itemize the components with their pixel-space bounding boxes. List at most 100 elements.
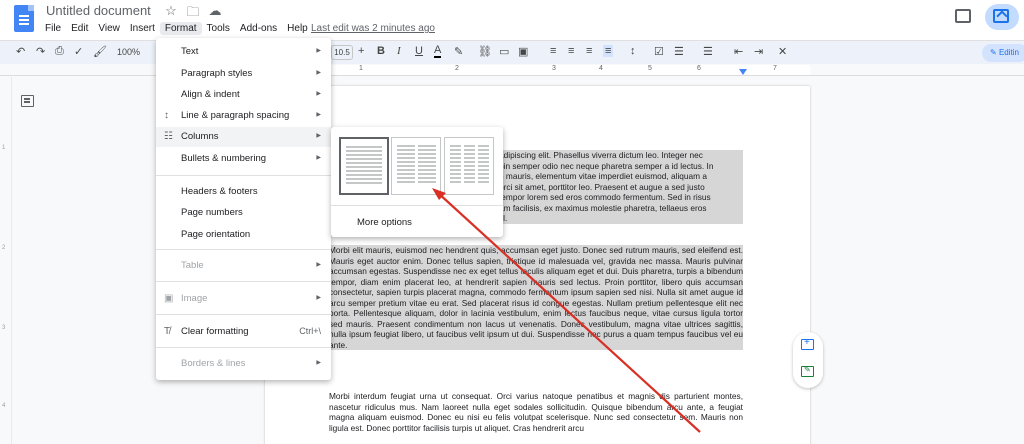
paragraph-1[interactable]: adipiscing elit. Phasellus viverra dictu… <box>499 150 743 224</box>
toolbar: ↶ ↷ ⎙ ✓ 🖌 100% 10.5 + B I U A ✎ ⛓ ▭ ▣ ≡ … <box>0 40 1024 64</box>
menu-item-label: Text <box>181 46 199 57</box>
add-comment-icon[interactable] <box>801 337 814 350</box>
submenu-arrow-icon: ▶ <box>316 133 321 139</box>
menu-item-label: Bullets & numbering <box>181 153 267 164</box>
editing-mode-button[interactable]: ✎ Editin <box>982 44 1024 62</box>
share-button[interactable] <box>985 4 1019 30</box>
submenu-arrow-icon: ▶ <box>316 295 321 301</box>
menu-item-label: Borders & lines <box>181 358 246 369</box>
menu-item-table: Table ▶ <box>156 256 331 276</box>
insert-link-icon[interactable]: ⛓ <box>478 45 492 58</box>
align-right-icon[interactable]: ≡ <box>586 45 592 57</box>
vruler-number: 4 <box>2 403 6 409</box>
menu-edit[interactable]: Edit <box>66 22 93 35</box>
bold-icon[interactable]: B <box>377 45 385 57</box>
menu-item-paragraph-styles[interactable]: Paragraph styles ▶ <box>156 64 331 84</box>
format-menu: Text ▶ Paragraph styles ▶ Align & indent… <box>156 38 331 380</box>
menu-insert[interactable]: Insert <box>125 22 160 35</box>
one-column-option[interactable] <box>339 137 389 195</box>
increase-font-size-icon[interactable]: + <box>358 45 364 57</box>
two-columns-option[interactable] <box>391 137 441 195</box>
menu-file[interactable]: File <box>40 22 66 35</box>
right-indent-marker[interactable] <box>739 69 747 75</box>
increase-indent-icon[interactable]: ⇥ <box>754 45 763 58</box>
print-icon[interactable]: ⎙ <box>55 45 64 58</box>
menu-addons[interactable]: Add-ons <box>235 22 282 35</box>
vertical-ruler: 1 2 3 4 <box>0 77 12 444</box>
ruler-number: 5 <box>648 65 652 72</box>
clear-formatting-icon: T̸ <box>164 326 171 337</box>
menu-item-label: Align & indent <box>181 89 240 100</box>
menu-divider <box>331 205 503 206</box>
menu-item-label: Page orientation <box>181 229 251 240</box>
spellcheck-icon[interactable]: ✓ <box>74 45 83 58</box>
document-title[interactable]: Untitled document <box>46 3 151 18</box>
two-column-preview-left <box>397 145 415 187</box>
document-outline-icon[interactable] <box>21 95 34 107</box>
insert-image-icon[interactable]: ▣ <box>518 45 528 58</box>
align-center-icon[interactable]: ≡ <box>568 45 574 57</box>
two-column-preview-right <box>418 145 436 187</box>
menu-divider <box>156 175 331 176</box>
menu-item-clear-formatting[interactable]: T̸ Clear formatting Ctrl+\ <box>156 322 331 342</box>
menu-bar: File Edit View Insert Format Tools Add-o… <box>40 22 313 35</box>
ruler-text-area <box>330 65 810 75</box>
menu-item-bullets-numbering[interactable]: Bullets & numbering ▶ <box>156 149 331 169</box>
menu-help[interactable]: Help <box>282 22 313 35</box>
menu-item-headers-footers[interactable]: Headers & footers <box>156 182 331 202</box>
font-size-input[interactable]: 10.5 <box>331 45 353 60</box>
menu-item-page-orientation[interactable]: Page orientation <box>156 225 331 245</box>
more-options-item[interactable]: More options <box>357 217 412 228</box>
clear-formatting-toolbar-icon[interactable]: ✕ <box>778 45 787 58</box>
numbered-list-icon[interactable]: ☰ <box>703 45 713 58</box>
submenu-arrow-icon: ▶ <box>316 262 321 268</box>
submenu-arrow-icon: ▶ <box>316 91 321 97</box>
text-color-icon[interactable]: A <box>434 45 442 58</box>
align-left-icon[interactable]: ≡ <box>550 45 556 57</box>
suggest-edits-icon[interactable] <box>801 365 814 377</box>
menu-divider <box>156 281 331 282</box>
last-edit-link[interactable]: Last edit was 2 minutes ago <box>311 23 435 34</box>
menu-item-line-spacing[interactable]: ↕ Line & paragraph spacing ▶ <box>156 106 331 126</box>
menu-item-text[interactable]: Text ▶ <box>156 42 331 62</box>
underline-icon[interactable]: U <box>415 45 423 57</box>
menu-divider <box>156 347 331 348</box>
menu-item-label: Clear formatting <box>181 326 249 337</box>
menu-item-columns[interactable]: ☷ Columns ▶ <box>156 127 331 147</box>
ruler-number: 2 <box>455 65 459 72</box>
ruler-number: 1 <box>359 65 363 72</box>
menu-view[interactable]: View <box>93 22 125 35</box>
decrease-indent-icon[interactable]: ⇤ <box>734 45 743 58</box>
image-icon: ▣ <box>164 293 174 304</box>
paint-format-icon[interactable]: 🖌 <box>93 45 107 58</box>
line-spacing-icon[interactable]: ↕ <box>630 45 636 57</box>
menu-item-label: Image <box>181 293 208 304</box>
zoom-select[interactable]: 100% <box>117 47 140 57</box>
paragraph-2[interactable]: Morbi elit mauris, euismod nec hendrent … <box>329 245 743 350</box>
comments-icon[interactable] <box>955 9 971 23</box>
menu-format[interactable]: Format <box>159 22 202 35</box>
three-column-preview-3 <box>478 145 489 187</box>
submenu-arrow-icon: ▶ <box>316 155 321 161</box>
one-column-preview <box>346 146 382 188</box>
insert-comment-icon[interactable]: ▭ <box>499 45 509 58</box>
menu-tools[interactable]: Tools <box>202 22 235 35</box>
justify-icon[interactable]: ≡ <box>603 45 614 57</box>
line-spacing-icon: ↕ <box>164 110 169 121</box>
ruler-number: 7 <box>773 65 777 72</box>
horizontal-ruler[interactable]: 1 2 3 4 5 6 7 <box>0 64 1024 76</box>
ruler-number: 3 <box>552 65 556 72</box>
columns-icon: ☷ <box>164 131 173 142</box>
bulleted-list-icon[interactable]: ☰ <box>674 45 684 58</box>
menu-divider <box>156 249 331 250</box>
italic-icon[interactable]: I <box>397 45 401 57</box>
menu-item-page-numbers[interactable]: Page numbers <box>156 203 331 223</box>
three-columns-option[interactable] <box>444 137 494 195</box>
highlight-color-icon[interactable]: ✎ <box>454 45 463 58</box>
undo-icon[interactable]: ↶ <box>16 45 25 58</box>
redo-icon[interactable]: ↷ <box>36 45 45 58</box>
menu-item-align-indent[interactable]: Align & indent ▶ <box>156 85 331 105</box>
checklist-icon[interactable]: ☑ <box>654 45 664 58</box>
paragraph-3[interactable]: Morbi interdum feugiat urna ut consequat… <box>329 391 743 433</box>
docs-logo-icon[interactable] <box>14 5 34 32</box>
